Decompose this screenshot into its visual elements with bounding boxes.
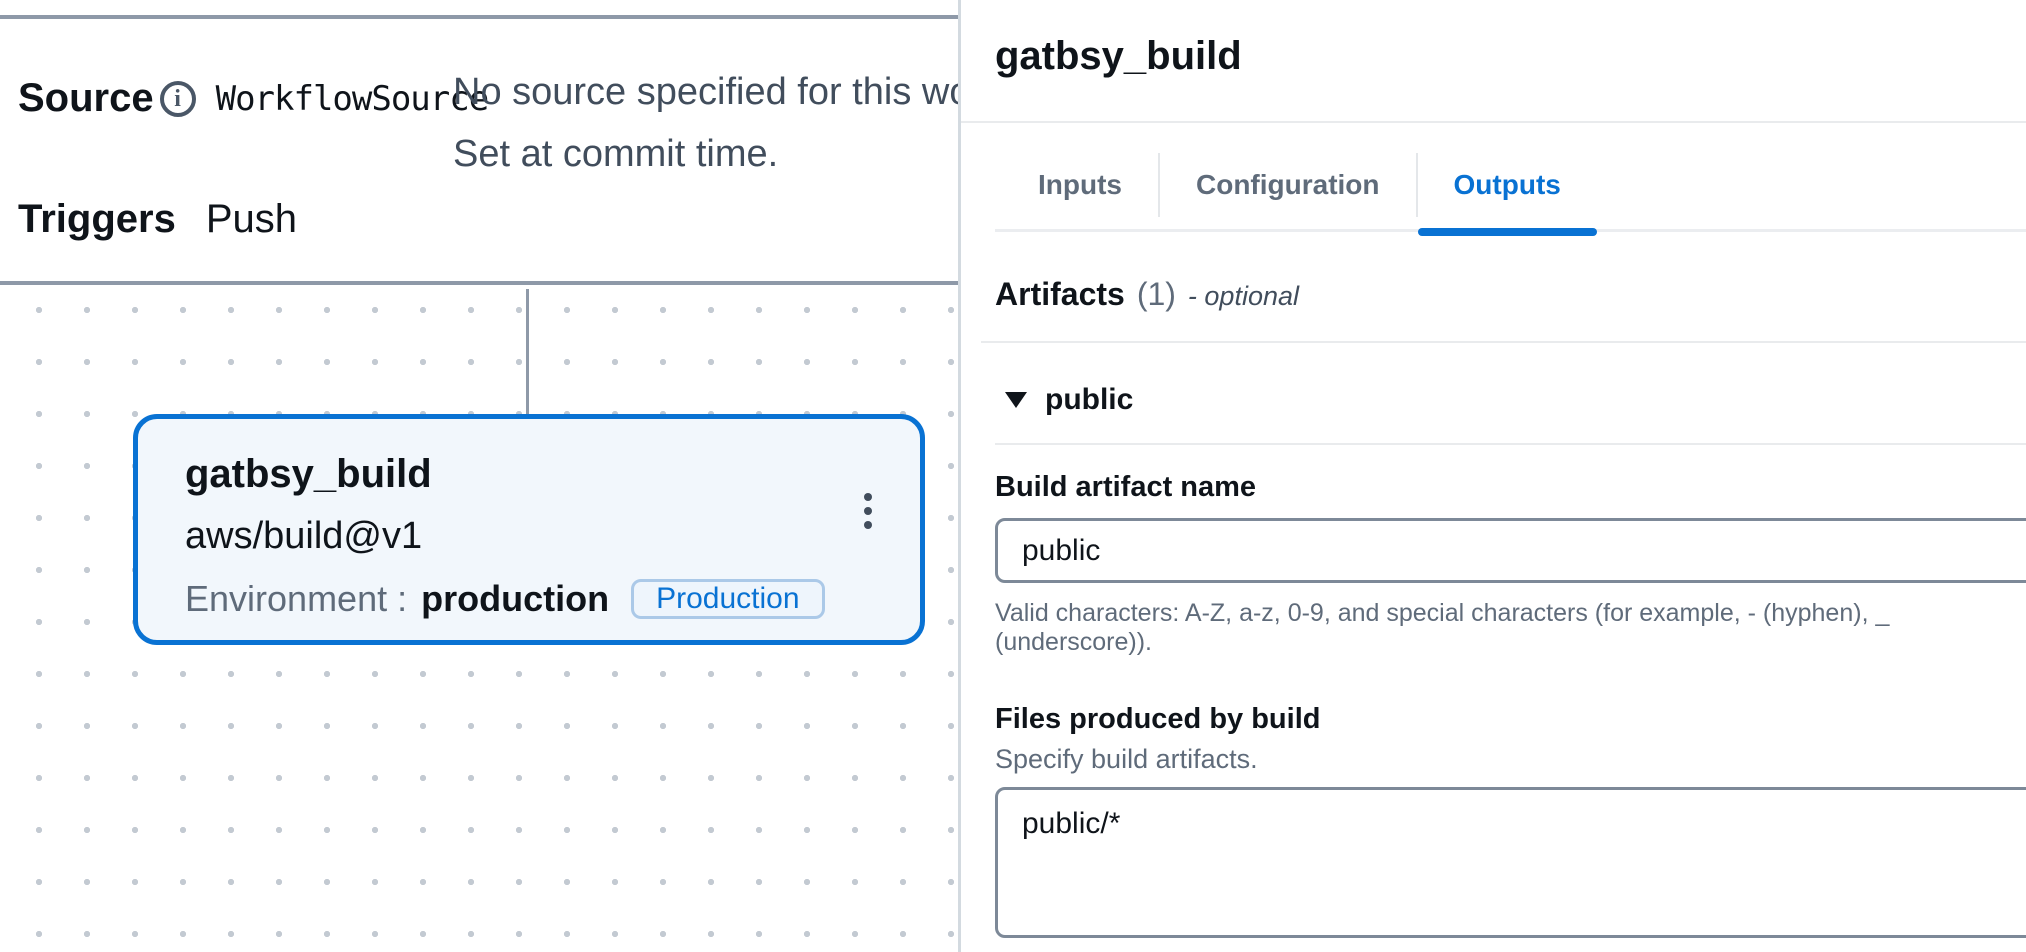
panel-title: gatbsy_build <box>995 34 2026 79</box>
info-icon[interactable]: i <box>160 81 196 117</box>
source-to-action-connector <box>526 289 529 415</box>
triggers-label: Triggers <box>18 197 176 242</box>
tab-configuration[interactable]: Configuration <box>1160 141 1416 229</box>
workflow-canvas[interactable]: Source i WorkflowSource No source specif… <box>0 0 958 952</box>
source-description-line1: No source specified for this workflow. <box>453 61 958 123</box>
source-label: Source <box>18 76 154 121</box>
panel-title-divider <box>961 121 2026 123</box>
source-name: WorkflowSource <box>216 79 489 119</box>
artifacts-heading-text: Artifacts <box>995 276 1125 313</box>
triggers-value: Push <box>206 197 297 242</box>
action-details-panel: gatbsy_build Inputs Configuration Output… <box>958 0 2026 952</box>
artifact-expandable-label: public <box>1045 383 1133 417</box>
artifacts-optional-flag: - optional <box>1188 281 1299 312</box>
node-content: gatbsy_build aws/build@v1 Environment : … <box>185 452 825 620</box>
source-row: Source i WorkflowSource <box>18 76 488 121</box>
node-action-type: aws/build@v1 <box>185 515 825 558</box>
artifact-name-label: Build artifact name <box>995 471 2026 504</box>
panel-tabs: Inputs Configuration Outputs <box>1002 141 2026 229</box>
files-textarea[interactable]: public/* <box>995 787 2026 938</box>
artifact-name-input[interactable] <box>995 518 2026 583</box>
workflow-properties-header: Source i WorkflowSource No source specif… <box>0 15 958 285</box>
environment-value: production <box>421 578 609 620</box>
kebab-menu-icon <box>864 493 872 501</box>
collapse-triangle-icon <box>1005 392 1027 408</box>
node-title: gatbsy_build <box>185 452 825 497</box>
node-environment-row: Environment : production Production <box>185 578 825 620</box>
section-divider <box>981 341 2026 343</box>
environment-badge: Production <box>631 579 824 619</box>
artifact-name-constraint: Valid characters: A-Z, a-z, 0-9, and spe… <box>995 599 2026 657</box>
artifacts-count: (1) <box>1137 276 1176 313</box>
expandable-divider <box>995 443 2026 445</box>
action-node-gatbsy-build[interactable]: gatbsy_build aws/build@v1 Environment : … <box>133 414 925 645</box>
files-label: Files produced by build <box>995 703 2026 736</box>
source-description-line2: Set at commit time. <box>453 123 958 185</box>
artifacts-section-heading: Artifacts (1) - optional <box>995 276 2026 313</box>
files-description: Specify build artifacts. <box>995 744 2026 775</box>
tab-outputs[interactable]: Outputs <box>1418 141 1597 229</box>
node-actions-menu-button[interactable] <box>864 493 872 529</box>
tab-inputs[interactable]: Inputs <box>1002 141 1158 229</box>
source-description: No source specified for this workflow. S… <box>453 61 958 185</box>
artifact-expandable-header[interactable]: public <box>1005 383 2026 417</box>
triggers-row: Triggers Push <box>18 197 297 242</box>
environment-label: Environment : <box>185 578 407 620</box>
